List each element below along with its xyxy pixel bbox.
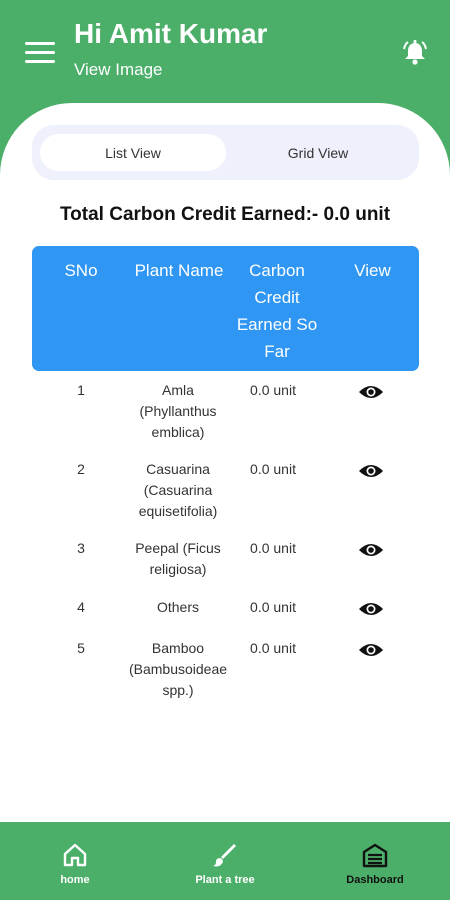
- bottom-navigation: home Plant a tree Dashboard: [0, 822, 450, 900]
- row-plant-name: Bamboo (Bambusoideae spp.): [128, 640, 228, 698]
- table-header: SNo Plant Name Carbon Credit Earned So F…: [32, 246, 419, 371]
- eye-icon[interactable]: [358, 541, 384, 559]
- row-carbon-credit: 0.0 unit: [250, 461, 296, 477]
- nav-item-dashboard[interactable]: Dashboard: [300, 822, 450, 900]
- page-subtitle: View Image: [74, 60, 163, 79]
- column-header-plant-name: Plant Name: [134, 261, 224, 280]
- row-sno: 3: [77, 540, 85, 556]
- nav-label-dashboard: Dashboard: [346, 874, 404, 886]
- row-plant-name: Casuarina (Casuarina equisetifolia): [138, 461, 218, 519]
- column-header-carbon-credit: Carbon Credit Earned So Far: [236, 261, 318, 361]
- row-sno: 5: [77, 640, 85, 656]
- home-icon: [63, 843, 87, 867]
- row-carbon-credit: 0.0 unit: [250, 382, 296, 398]
- view-toggle: List View Grid View: [32, 125, 419, 180]
- row-carbon-credit: 0.0 unit: [250, 640, 296, 656]
- greeting-title: Hi Amit Kumar: [74, 18, 268, 49]
- grid-view-tab[interactable]: Grid View: [225, 134, 411, 171]
- column-header-view: View: [354, 261, 391, 280]
- bell-icon[interactable]: [400, 38, 430, 68]
- row-carbon-credit: 0.0 unit: [250, 599, 296, 615]
- row-carbon-credit: 0.0 unit: [250, 540, 296, 556]
- nav-item-home[interactable]: home: [0, 822, 150, 900]
- row-sno: 2: [77, 461, 85, 477]
- row-sno: 4: [77, 599, 85, 615]
- brush-icon: [213, 844, 236, 867]
- list-view-tab[interactable]: List View: [40, 134, 226, 171]
- eye-icon[interactable]: [358, 600, 384, 618]
- row-sno: 1: [77, 382, 85, 398]
- nav-label-home: home: [60, 874, 90, 886]
- eye-icon[interactable]: [358, 641, 384, 659]
- nav-item-plant-a-tree[interactable]: Plant a tree: [150, 822, 300, 900]
- column-header-sno: SNo: [64, 261, 98, 280]
- row-plant-name: Others: [156, 599, 199, 615]
- row-plant-name: Peepal (Ficus religiosa): [135, 540, 221, 577]
- nav-label-plant-a-tree: Plant a tree: [195, 874, 255, 886]
- row-plant-name: Amla (Phyllanthus emblica): [139, 382, 217, 440]
- eye-icon[interactable]: [358, 383, 384, 401]
- total-carbon-credit: Total Carbon Credit Earned:- 0.0 unit: [59, 204, 391, 225]
- eye-icon[interactable]: [358, 462, 384, 480]
- menu-icon[interactable]: [25, 42, 55, 64]
- warehouse-icon: [362, 843, 388, 868]
